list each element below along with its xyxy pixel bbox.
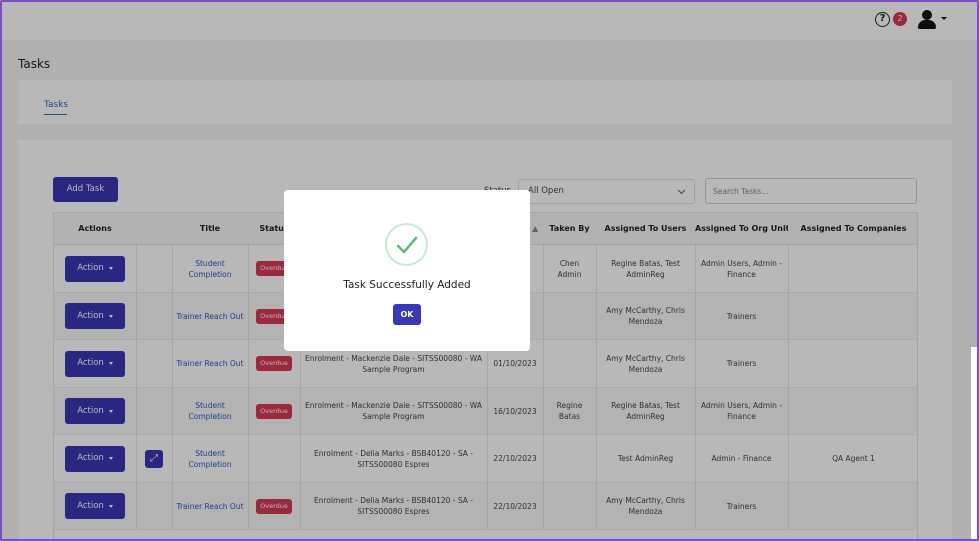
ok-button[interactable]: OK (393, 304, 421, 325)
check-circle-icon (385, 223, 428, 266)
success-modal: Task Successfully Added OK (284, 190, 530, 351)
modal-message: Task Successfully Added (343, 279, 471, 291)
scrollbar[interactable] (971, 347, 978, 541)
